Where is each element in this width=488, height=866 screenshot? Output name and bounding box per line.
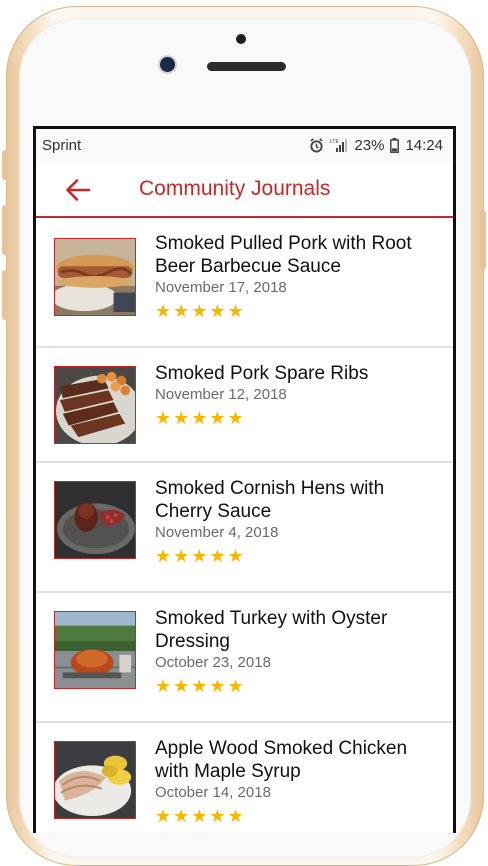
side-button bbox=[2, 205, 8, 255]
star-rating: ★★★★★ bbox=[155, 676, 246, 696]
side-button bbox=[2, 150, 8, 180]
journal-title: Smoked Pork Spare Ribs bbox=[155, 363, 369, 384]
journal-thumbnail bbox=[54, 366, 136, 444]
side-button bbox=[480, 210, 486, 270]
front-camera bbox=[160, 57, 175, 72]
journal-date: November 17, 2018 bbox=[155, 279, 287, 296]
star-rating: ★★★★★ bbox=[155, 408, 246, 428]
back-arrow-icon[interactable] bbox=[64, 176, 92, 204]
journal-date: November 4, 2018 bbox=[155, 524, 279, 541]
journal-thumbnail bbox=[54, 741, 136, 819]
journal-item[interactable]: Smoked Pulled Pork with Root Beer Barbec… bbox=[36, 218, 453, 348]
network-type-label: LTE bbox=[330, 139, 339, 145]
journal-thumbnail bbox=[54, 481, 136, 559]
status-bar: Sprint LTE 23% 14:24 bbox=[36, 129, 453, 162]
journal-thumbnail bbox=[54, 611, 136, 689]
battery-icon bbox=[390, 138, 400, 153]
journal-thumbnail bbox=[54, 238, 136, 316]
journal-date: October 23, 2018 bbox=[155, 654, 271, 671]
journal-item[interactable]: Smoked Pork Spare Ribs November 12, 2018… bbox=[36, 348, 453, 463]
star-rating: ★★★★★ bbox=[155, 301, 246, 321]
journal-item[interactable]: Smoked Turkey with Oyster Dressing Octob… bbox=[36, 593, 453, 723]
journal-date: November 12, 2018 bbox=[155, 386, 287, 403]
carrier-label: Sprint bbox=[42, 137, 82, 154]
app-bar: Community Journals bbox=[36, 162, 453, 218]
front-sensor bbox=[236, 34, 246, 44]
clock: 14:24 bbox=[405, 137, 443, 154]
signal-icon: LTE bbox=[330, 138, 348, 153]
alarm-icon bbox=[309, 138, 324, 153]
journal-title: Smoked Turkey with Oyster Dressing bbox=[155, 608, 388, 652]
journal-title: Smoked Cornish Hens with Cherry Sauce bbox=[155, 478, 385, 522]
journal-title: Apple Wood Smoked Chicken with Maple Syr… bbox=[155, 738, 408, 782]
page-title: Community Journals bbox=[139, 177, 331, 200]
journal-title: Smoked Pulled Pork with Root Beer Barbec… bbox=[155, 233, 412, 277]
phone-screen: Sprint LTE 23% 14:24 Community Journals bbox=[33, 126, 456, 833]
journal-item[interactable]: Smoked Cornish Hens with Cherry Sauce No… bbox=[36, 463, 453, 593]
star-rating: ★★★★★ bbox=[155, 806, 246, 826]
side-button bbox=[2, 270, 8, 320]
battery-level: 23% bbox=[354, 137, 385, 154]
journal-list: Smoked Pulled Pork with Root Beer Barbec… bbox=[36, 218, 453, 833]
journal-item[interactable]: Apple Wood Smoked Chicken with Maple Syr… bbox=[36, 723, 453, 833]
journal-date: October 14, 2018 bbox=[155, 784, 271, 801]
star-rating: ★★★★★ bbox=[155, 546, 246, 566]
earpiece-speaker bbox=[207, 62, 286, 71]
